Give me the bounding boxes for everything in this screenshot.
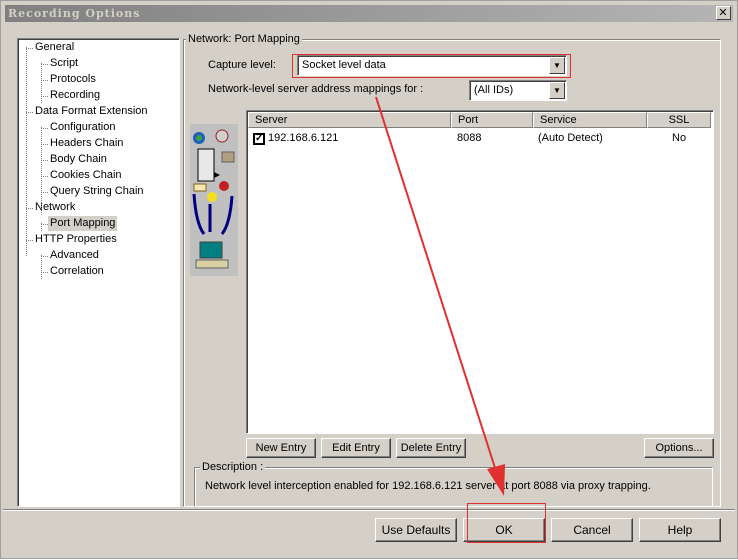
recording-options-dialog: Recording Options ✕ General Script Protoco… <box>0 0 738 559</box>
annotation-arrow-icon <box>375 96 505 496</box>
